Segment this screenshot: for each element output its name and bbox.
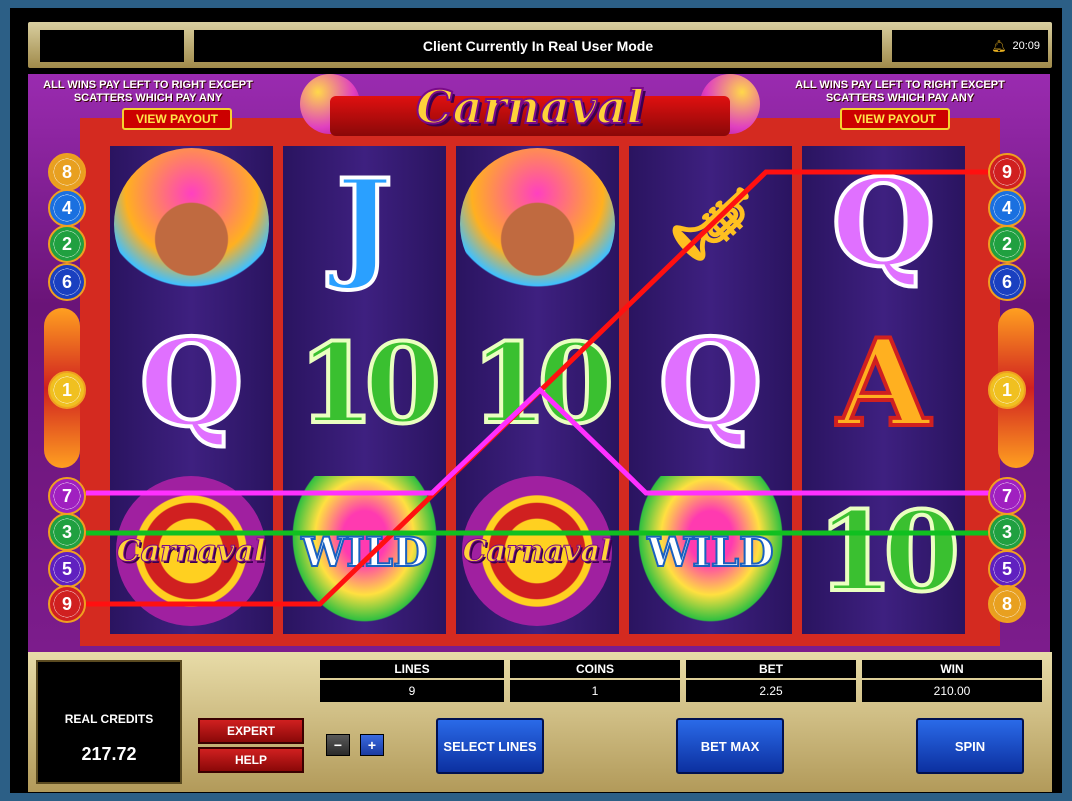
line-number: 2	[54, 231, 80, 257]
expert-button[interactable]: EXPERT	[198, 718, 304, 744]
scatter-label: Carnaval	[116, 533, 266, 569]
line-number: 4	[994, 195, 1020, 221]
line-number: 7	[994, 483, 1020, 509]
wild-label: WILD	[300, 528, 428, 577]
a-symbol: A	[835, 313, 932, 454]
mode-status: Client Currently In Real User Mode	[194, 30, 882, 62]
left-line-badge-5[interactable]: 5	[48, 550, 86, 588]
right-line-badge-2[interactable]: 2	[988, 225, 1026, 263]
coin-decrease-button[interactable]: −	[326, 734, 350, 756]
help-button[interactable]: HELP	[198, 747, 304, 773]
trumpet-symbol: 🎺︎	[666, 182, 755, 265]
logo-text: Carnaval	[415, 79, 645, 135]
line-number: 6	[994, 269, 1020, 295]
line-number: 5	[994, 556, 1020, 582]
credits-label: REAL CREDITS	[64, 712, 154, 726]
right-line-badge-5[interactable]: 5	[988, 550, 1026, 588]
clock: 20:09	[1012, 40, 1040, 52]
left-line-badge-6[interactable]: 6	[48, 263, 86, 301]
carnival-girl-symbol	[460, 148, 615, 300]
ten-symbol: 10	[296, 319, 443, 448]
left-line-badge-4[interactable]: 4	[48, 189, 86, 227]
right-line-badge-7[interactable]: 7	[988, 477, 1026, 515]
line-number: 1	[54, 377, 80, 403]
select-lines-button[interactable]: SELECT LINES	[436, 718, 544, 774]
reel-3: 10 Carnaval	[456, 146, 619, 634]
q-symbol: Q	[829, 153, 938, 294]
right-line-badge-4[interactable]: 4	[988, 189, 1026, 227]
ten-symbol: 10	[469, 319, 616, 448]
coins-value: 1	[510, 680, 680, 702]
bet-value: 2.25	[686, 680, 856, 702]
bell-icon: 🔔︎	[991, 39, 1007, 53]
bet-label: BET	[686, 660, 856, 678]
game-area: ALL WINS PAY LEFT TO RIGHT EXCEPT SCATTE…	[28, 74, 1050, 652]
right-line-badge-1[interactable]: 1	[988, 371, 1026, 409]
carnaval-scatter-symbol: Carnaval	[116, 476, 266, 626]
view-payout-button-right[interactable]: VIEW PAYOUT	[840, 108, 950, 130]
line-number: 7	[54, 483, 80, 509]
reel-4: 🎺︎ Q WILD	[629, 146, 792, 634]
wild-symbol: WILD	[633, 476, 788, 628]
left-line-badge-8[interactable]: 8	[48, 153, 86, 191]
bet-max-button[interactable]: BET MAX	[676, 718, 784, 774]
line-number: 6	[54, 269, 80, 295]
left-line-badge-1[interactable]: 1	[48, 371, 86, 409]
lines-label: LINES	[320, 660, 504, 678]
line-number: 8	[994, 591, 1020, 617]
q-symbol: Q	[137, 313, 246, 454]
scatter-label: Carnaval	[462, 533, 612, 569]
win-label: WIN	[862, 660, 1042, 678]
wild-label: WILD	[646, 528, 774, 577]
line-number: 3	[54, 519, 80, 545]
left-line-badge-9[interactable]: 9	[48, 585, 86, 623]
carnaval-scatter-symbol: Carnaval	[462, 476, 612, 626]
credits-value: 217.72	[81, 744, 137, 764]
wild-symbol: WILD	[287, 476, 442, 628]
game-logo: Carnaval	[290, 74, 770, 144]
coins-label: COINS	[510, 660, 680, 678]
top-bar-left-box	[40, 30, 184, 62]
line-number: 9	[54, 591, 80, 617]
win-value: 210.00	[862, 680, 1042, 702]
rule-text-right: ALL WINS PAY LEFT TO RIGHT EXCEPT SCATTE…	[795, 79, 1005, 104]
carnival-girl-symbol	[114, 148, 269, 300]
coin-increase-button[interactable]: +	[360, 734, 384, 756]
reel-5: Q A 10	[802, 146, 965, 634]
line-number: 9	[994, 159, 1020, 185]
clock-box: 🔔︎ 20:09	[892, 30, 1048, 62]
reel-2: J 10 WILD	[283, 146, 446, 634]
j-symbol: J	[334, 153, 395, 294]
line-number: 2	[994, 231, 1020, 257]
line-number: 5	[54, 556, 80, 582]
left-line-badge-2[interactable]: 2	[48, 225, 86, 263]
right-line-badge-3[interactable]: 3	[988, 513, 1026, 551]
right-line-badge-8[interactable]: 8	[988, 585, 1026, 623]
rule-text-left: ALL WINS PAY LEFT TO RIGHT EXCEPT SCATTE…	[43, 79, 253, 104]
credits-display: REAL CREDITS 217.72	[36, 660, 182, 784]
q-symbol: Q	[656, 313, 765, 454]
view-payout-button-left[interactable]: VIEW PAYOUT	[122, 108, 232, 130]
reel-1: Q Carnaval	[110, 146, 273, 634]
line-number: 3	[994, 519, 1020, 545]
left-line-badge-7[interactable]: 7	[48, 477, 86, 515]
line-number: 4	[54, 195, 80, 221]
line-number: 8	[54, 159, 80, 185]
right-line-badge-9[interactable]: 9	[988, 153, 1026, 191]
line-number: 1	[994, 377, 1020, 403]
right-line-badge-6[interactable]: 6	[988, 263, 1026, 301]
ten-symbol: 10	[815, 487, 962, 616]
left-line-badge-3[interactable]: 3	[48, 513, 86, 551]
lines-value: 9	[320, 680, 504, 702]
reels: Q Carnaval J 10 WILD 10 Carnaval 🎺︎ Q WI…	[110, 146, 966, 634]
spin-button[interactable]: SPIN	[916, 718, 1024, 774]
